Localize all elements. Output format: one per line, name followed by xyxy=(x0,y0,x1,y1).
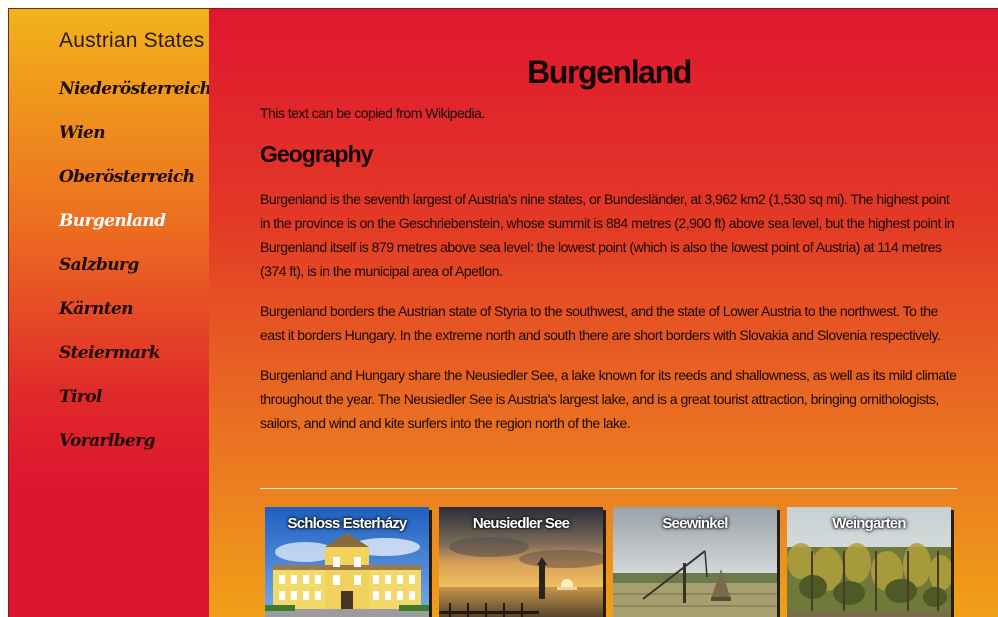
sidebar: Austrian States Niederösterreich Wien Ob… xyxy=(9,9,212,617)
article-body: This text can be copied from Wikipedia. … xyxy=(260,101,957,451)
nav-item-wien[interactable]: Wien xyxy=(59,119,211,163)
site-title: Austrian States xyxy=(59,29,205,52)
gallery-card-schloss-esterhazy[interactable]: Schloss Esterházy xyxy=(265,507,429,617)
gallery-caption: Seewinkel xyxy=(662,515,728,532)
gallery-card-seewinkel[interactable]: Seewinkel xyxy=(613,507,777,617)
page-title: Burgenland xyxy=(527,54,692,91)
main-content: Burgenland This text can be copied from … xyxy=(209,9,998,617)
sidebar-nav-panel: Austrian States Niederösterreich Wien Ob… xyxy=(9,9,212,489)
section-heading: Geography xyxy=(260,141,373,167)
paragraph-1: Burgenland is the seventh largest of Aus… xyxy=(260,191,955,279)
gallery-caption: Weingarten xyxy=(832,515,906,532)
page-frame: Austrian States Niederösterreich Wien Ob… xyxy=(8,8,998,617)
state-nav: Niederösterreich Wien Oberösterreich Bur… xyxy=(59,75,212,471)
paragraph-2: Burgenland borders the Austrian state of… xyxy=(260,303,941,343)
nav-item-oberoesterreich[interactable]: Oberösterreich xyxy=(59,163,211,207)
paragraph-3: Burgenland and Hungary share the Neusied… xyxy=(260,367,957,431)
intro-text: This text can be copied from Wikipedia. xyxy=(260,105,485,121)
nav-item-steiermark[interactable]: Steiermark xyxy=(59,339,211,383)
nav-item-burgenland[interactable]: Burgenland xyxy=(59,207,211,251)
divider xyxy=(260,488,957,489)
gallery-card-weingarten[interactable]: Weingarten xyxy=(787,507,951,617)
gallery-caption: Neusiedler See xyxy=(472,515,570,532)
nav-item-tirol[interactable]: Tirol xyxy=(59,383,211,427)
photo-gallery: Schloss Esterházy Neusiedler See Seewink… xyxy=(265,507,965,617)
nav-item-kaernten[interactable]: Kärnten xyxy=(59,295,211,339)
nav-item-niederoesterreich[interactable]: Niederösterreich xyxy=(59,75,212,119)
nav-item-vorarlberg[interactable]: Vorarlberg xyxy=(59,427,211,471)
gallery-card-neusiedler-see[interactable]: Neusiedler See xyxy=(439,507,603,617)
gallery-caption: Schloss Esterházy xyxy=(287,515,408,532)
nav-item-salzburg[interactable]: Salzburg xyxy=(59,251,211,295)
